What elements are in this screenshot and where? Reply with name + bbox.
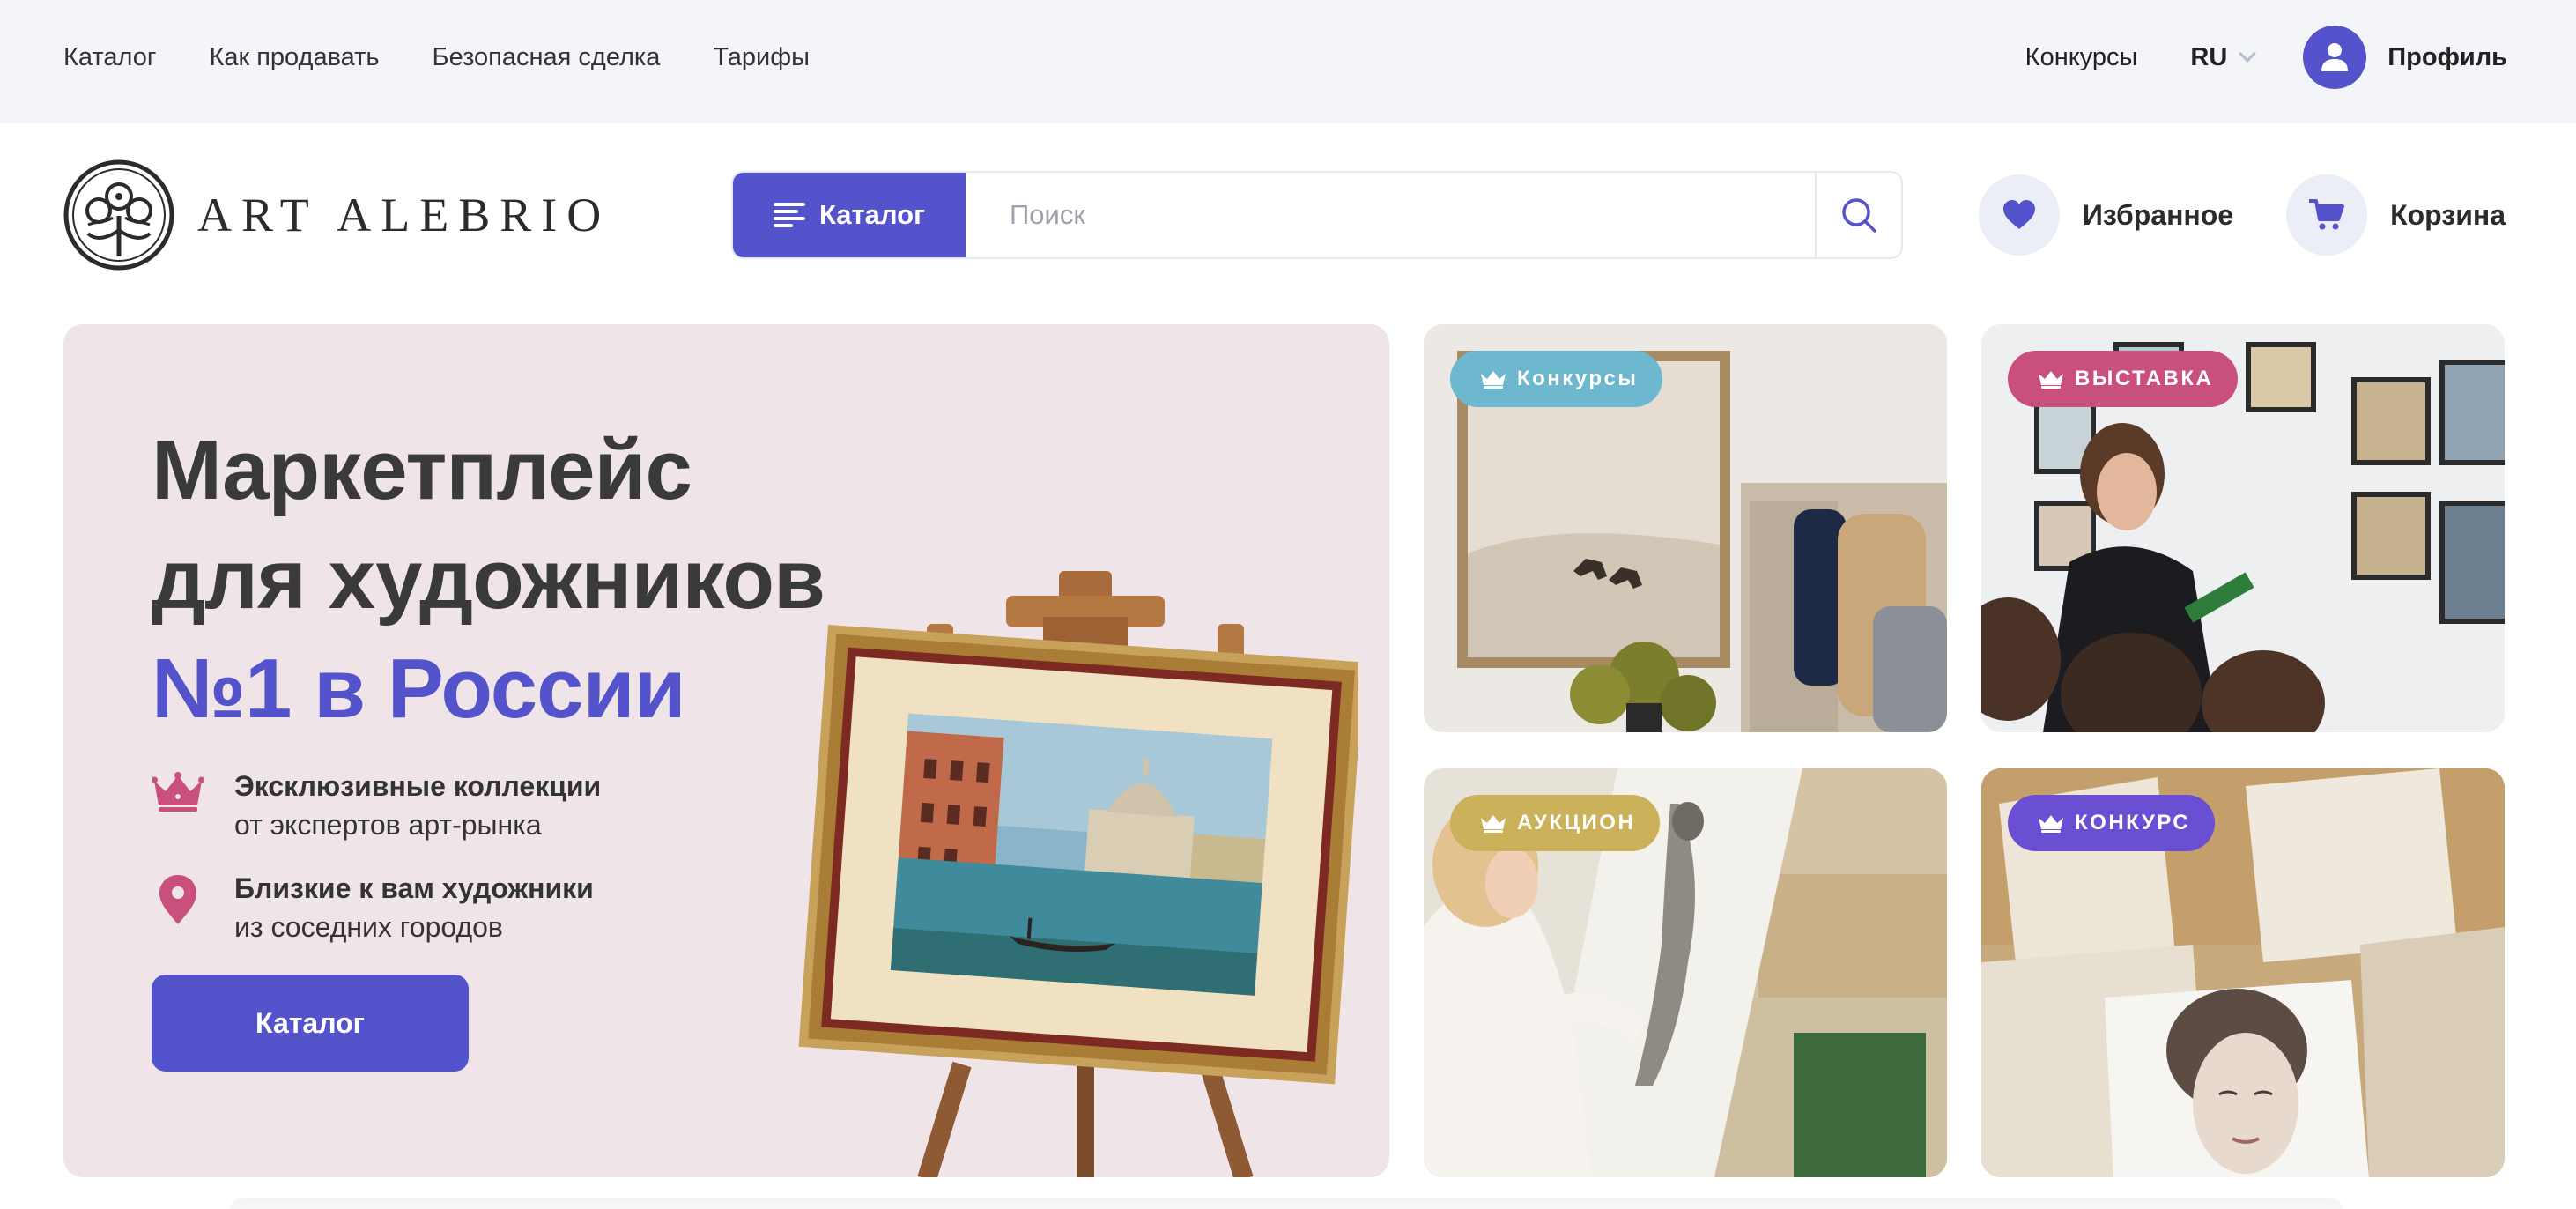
cart-icon xyxy=(2309,199,2345,230)
feature-exclusive: Эксклюзивные коллекции от экспертов арт-… xyxy=(152,767,601,844)
contests-badge-label: Конкурсы xyxy=(1517,367,1639,390)
contest-badge-label: КОНКУРС xyxy=(2075,811,2191,834)
language-label: RU xyxy=(2190,42,2228,71)
top-bar: Каталог Как продавать Безопасная сделка … xyxy=(0,0,2576,123)
logo-text: ART ALEBRIO xyxy=(197,189,611,241)
contests-link[interactable]: Конкурсы xyxy=(2025,43,2138,72)
location-pin-icon xyxy=(159,875,196,924)
contests-badge: Конкурсы xyxy=(1450,351,1663,407)
search-button[interactable] xyxy=(1815,173,1901,257)
easel-painting-image xyxy=(798,571,1358,1177)
top-nav: Каталог Как продавать Безопасная сделка … xyxy=(63,0,810,115)
auction-badge: АУКЦИОН xyxy=(1450,795,1661,851)
auction-badge-label: АУКЦИОН xyxy=(1517,811,1636,834)
crown-icon xyxy=(1481,815,1506,833)
favorites-label: Избранное xyxy=(2082,198,2234,231)
topnav-safe-deal-link[interactable]: Безопасная сделка xyxy=(433,43,661,72)
top-right-group: Конкурсы RU Профиль xyxy=(2025,0,2507,115)
hero-title-line2: для художников xyxy=(152,532,825,627)
feature-exclusive-subtitle: от экспертов арт-рынка xyxy=(234,809,542,841)
cart-icon-circle xyxy=(2286,174,2368,256)
crown-icon xyxy=(2039,815,2063,833)
contest-badge: КОНКУРС xyxy=(2008,795,2216,851)
crown-icon xyxy=(2039,371,2063,389)
feature-exclusive-text: Эксклюзивные коллекции от экспертов арт-… xyxy=(234,767,601,844)
chevron-down-icon xyxy=(2239,45,2257,63)
feature-nearby-text: Близкие к вам художники из соседних горо… xyxy=(234,869,594,946)
feature-exclusive-icon-wrap xyxy=(152,767,204,812)
hero-catalog-button[interactable]: Каталог xyxy=(152,975,469,1072)
feature-nearby: Близкие к вам художники из соседних горо… xyxy=(152,869,594,946)
user-icon xyxy=(2321,43,2349,71)
favorites-icon-circle xyxy=(1978,174,2060,256)
bottom-section-edge xyxy=(229,1198,2343,1209)
contest-card[interactable]: КОНКУРС xyxy=(1981,768,2505,1177)
cart-label: Корзина xyxy=(2390,198,2506,231)
topnav-how-to-sell-link[interactable]: Как продавать xyxy=(209,43,379,72)
menu-lines-icon xyxy=(773,203,805,227)
heart-icon xyxy=(2002,200,2035,229)
logo[interactable]: ART ALEBRIO xyxy=(63,159,611,271)
topnav-catalog-link[interactable]: Каталог xyxy=(63,43,156,72)
profile-link[interactable]: Профиль xyxy=(2387,43,2507,72)
favorites-button[interactable]: Избранное xyxy=(1978,174,2234,256)
hero-title-line3: №1 в России xyxy=(152,642,686,736)
search-icon xyxy=(1842,198,1876,233)
search-bar: Каталог xyxy=(731,171,1903,259)
contests-card[interactable]: Конкурсы xyxy=(1424,324,1947,732)
feature-nearby-title: Близкие к вам художники xyxy=(234,872,594,904)
feature-nearby-icon-wrap xyxy=(152,869,204,925)
language-selector[interactable]: RU xyxy=(2190,42,2257,72)
crown-icon xyxy=(1481,371,1506,389)
hero-banner: Маркетплейс для художников №1 в России Э… xyxy=(63,324,1389,1177)
auction-card[interactable]: АУКЦИОН xyxy=(1424,768,1947,1177)
crown-icon xyxy=(152,772,204,812)
tree-logo-icon xyxy=(63,159,174,271)
catalog-menu-button[interactable]: Каталог xyxy=(733,173,966,257)
feature-nearby-subtitle: из соседних городов xyxy=(234,911,503,943)
cart-button[interactable]: Корзина xyxy=(2286,174,2506,256)
exhibition-card[interactable]: ВЫСТАВКА xyxy=(1981,324,2505,732)
topnav-tariffs-link[interactable]: Тарифы xyxy=(713,43,810,72)
avatar[interactable] xyxy=(2303,26,2367,89)
hero-title-line1: Маркетплейс xyxy=(152,423,692,517)
search-input[interactable] xyxy=(966,173,1815,257)
header-actions: Избранное Корзина xyxy=(1978,173,2506,257)
hero-title: Маркетплейс для художников №1 в России xyxy=(152,416,825,744)
feature-exclusive-title: Эксклюзивные коллекции xyxy=(234,770,602,802)
catalog-menu-label: Каталог xyxy=(818,199,926,230)
exhibition-badge-label: ВЫСТАВКА xyxy=(2075,367,2214,390)
exhibition-badge: ВЫСТАВКА xyxy=(2008,351,2239,407)
